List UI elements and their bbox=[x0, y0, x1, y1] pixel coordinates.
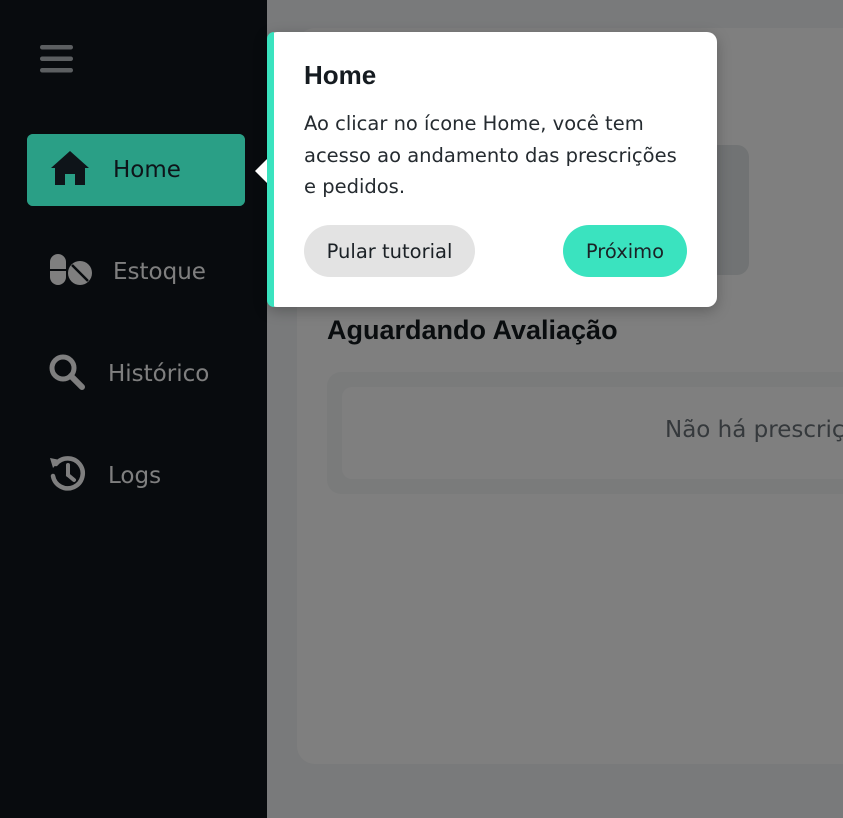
next-button[interactable]: Próximo bbox=[563, 225, 687, 277]
popover-title: Home bbox=[304, 60, 377, 90]
app-window: Home Estoque Histórico bbox=[0, 0, 843, 818]
popover-accent-bar bbox=[267, 32, 274, 307]
skip-tutorial-button[interactable]: Pular tutorial bbox=[304, 225, 475, 277]
tutorial-popover: Home Ao clicar no ícone Home, você tem a… bbox=[255, 32, 717, 307]
popover-description: Ao clicar no ícone Home, você tem acesso… bbox=[304, 112, 677, 198]
sidebar-item-label: Home bbox=[113, 157, 181, 183]
tutorial-highlight-home[interactable]: Home bbox=[27, 134, 245, 206]
home-icon bbox=[49, 149, 91, 191]
